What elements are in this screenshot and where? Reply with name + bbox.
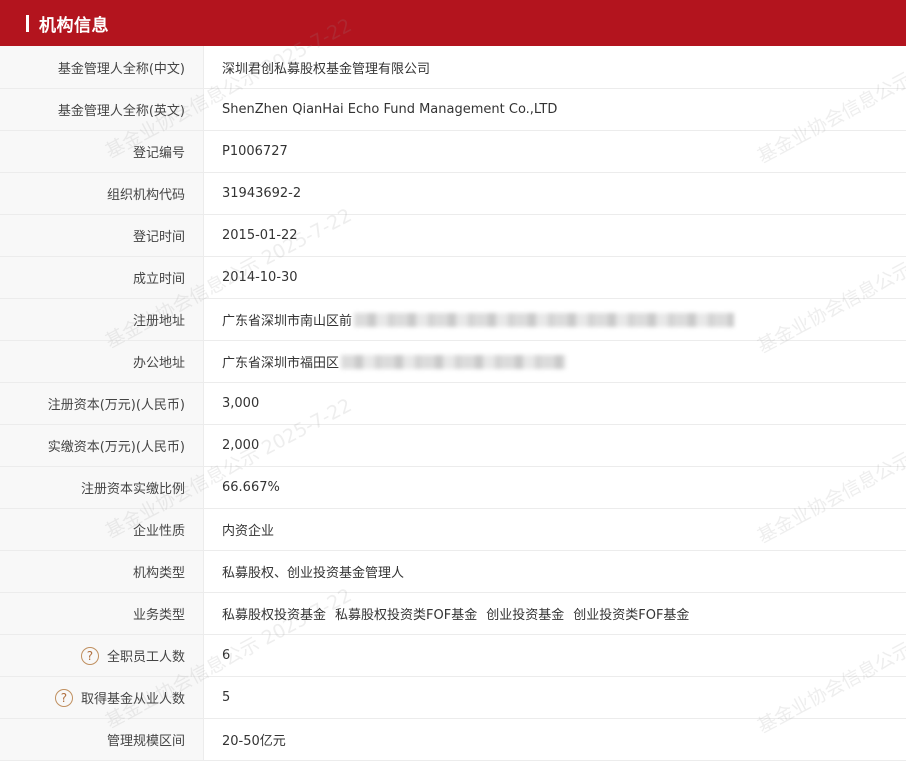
row-value: 6 xyxy=(222,648,231,663)
row-org-code: 组织机构代码 31943692-2 xyxy=(0,173,906,215)
row-value: P1006727 xyxy=(222,144,288,159)
row-value: 私募股权投资基金 私募股权投资类FOF基金 创业投资基金 创业投资类FOF基金 xyxy=(204,593,906,634)
row-value: 私募股权、创业投资基金管理人 xyxy=(222,566,405,581)
row-value: 66.667% xyxy=(222,480,280,495)
row-enterprise-nature: 企业性质 内资企业 xyxy=(0,509,906,551)
row-name-cn: 基金管理人全称(中文) 深圳君创私募股权基金管理有限公司 xyxy=(0,46,906,89)
business-type-item: 私募股权投资基金 xyxy=(222,608,327,623)
help-icon[interactable]: ? xyxy=(54,688,73,707)
row-value: ShenZhen QianHai Echo Fund Management Co… xyxy=(222,102,558,117)
row-business-type: 业务类型 私募股权投资基金 私募股权投资类FOF基金 创业投资基金 创业投资类F… xyxy=(0,593,906,635)
row-label-text: 取得基金从业人数 xyxy=(80,692,185,707)
header-accent-bar xyxy=(26,14,29,32)
row-qualified-staff: ? 取得基金从业人数 5 xyxy=(0,677,906,719)
address-text: 广东省深圳市南山区前 xyxy=(222,314,353,329)
business-type-item: 私募股权投资类FOF基金 xyxy=(335,608,478,623)
row-value: 20-50亿元 xyxy=(222,734,286,749)
row-label: 登记编号 xyxy=(0,131,204,172)
business-type-item: 创业投资基金 xyxy=(486,608,565,623)
row-name-en: 基金管理人全称(英文) ShenZhen QianHai Echo Fund M… xyxy=(0,89,906,131)
row-registration-date: 登记时间 2015-01-22 xyxy=(0,215,906,257)
row-value: 广东省深圳市福田区 xyxy=(204,341,906,382)
row-founding-date: 成立时间 2014-10-30 xyxy=(0,257,906,299)
section-title: 机构信息 xyxy=(39,15,109,36)
row-value: 2014-10-30 xyxy=(222,270,298,285)
info-table: 基金管理人全称(中文) 深圳君创私募股权基金管理有限公司 基金管理人全称(英文)… xyxy=(0,46,906,761)
row-label: 成立时间 xyxy=(0,257,204,298)
row-label: 企业性质 xyxy=(0,509,204,550)
row-registered-address: 注册地址 广东省深圳市南山区前 xyxy=(0,299,906,341)
row-label: 注册地址 xyxy=(0,299,204,340)
business-type-item: 创业投资类FOF基金 xyxy=(573,608,690,623)
address-text: 广东省深圳市福田区 xyxy=(222,356,340,371)
row-label: 基金管理人全称(中文) xyxy=(0,46,204,88)
redacted-address xyxy=(341,354,567,369)
row-label: 登记时间 xyxy=(0,215,204,256)
row-label: 注册资本(万元)(人民币) xyxy=(0,383,204,424)
row-registered-capital: 注册资本(万元)(人民币) 3,000 xyxy=(0,383,906,425)
row-value: 广东省深圳市南山区前 xyxy=(204,299,906,340)
row-label: ? 全职员工人数 xyxy=(0,635,204,676)
row-label: 注册资本实缴比例 xyxy=(0,467,204,508)
row-label: 实缴资本(万元)(人民币) xyxy=(0,425,204,466)
row-value: 31943692-2 xyxy=(222,186,302,201)
redacted-address xyxy=(354,312,735,327)
row-value: 2015-01-22 xyxy=(222,228,298,243)
row-label: 机构类型 xyxy=(0,551,204,592)
row-label-text: 全职员工人数 xyxy=(106,650,185,665)
row-institution-type: 机构类型 私募股权、创业投资基金管理人 xyxy=(0,551,906,593)
row-value: 5 xyxy=(222,690,231,705)
row-value: 2,000 xyxy=(222,438,260,453)
row-registration-no: 登记编号 P1006727 xyxy=(0,131,906,173)
row-label: 业务类型 xyxy=(0,593,204,634)
row-value: 内资企业 xyxy=(222,524,275,539)
row-aum-range: 管理规模区间 20-50亿元 xyxy=(0,719,906,761)
row-label: 办公地址 xyxy=(0,341,204,382)
row-paid-ratio: 注册资本实缴比例 66.667% xyxy=(0,467,906,509)
row-value: 深圳君创私募股权基金管理有限公司 xyxy=(222,61,431,77)
row-paid-capital: 实缴资本(万元)(人民币) 2,000 xyxy=(0,425,906,467)
help-icon[interactable]: ? xyxy=(80,646,99,665)
row-label: 基金管理人全称(英文) xyxy=(0,89,204,130)
row-value: 3,000 xyxy=(222,396,260,411)
section-header: 机构信息 xyxy=(0,0,906,46)
row-office-address: 办公地址 广东省深圳市福田区 xyxy=(0,341,906,383)
row-fulltime-staff: ? 全职员工人数 6 xyxy=(0,635,906,677)
row-label: 管理规模区间 xyxy=(0,719,204,760)
row-label: ? 取得基金从业人数 xyxy=(0,677,204,718)
row-label: 组织机构代码 xyxy=(0,173,204,214)
